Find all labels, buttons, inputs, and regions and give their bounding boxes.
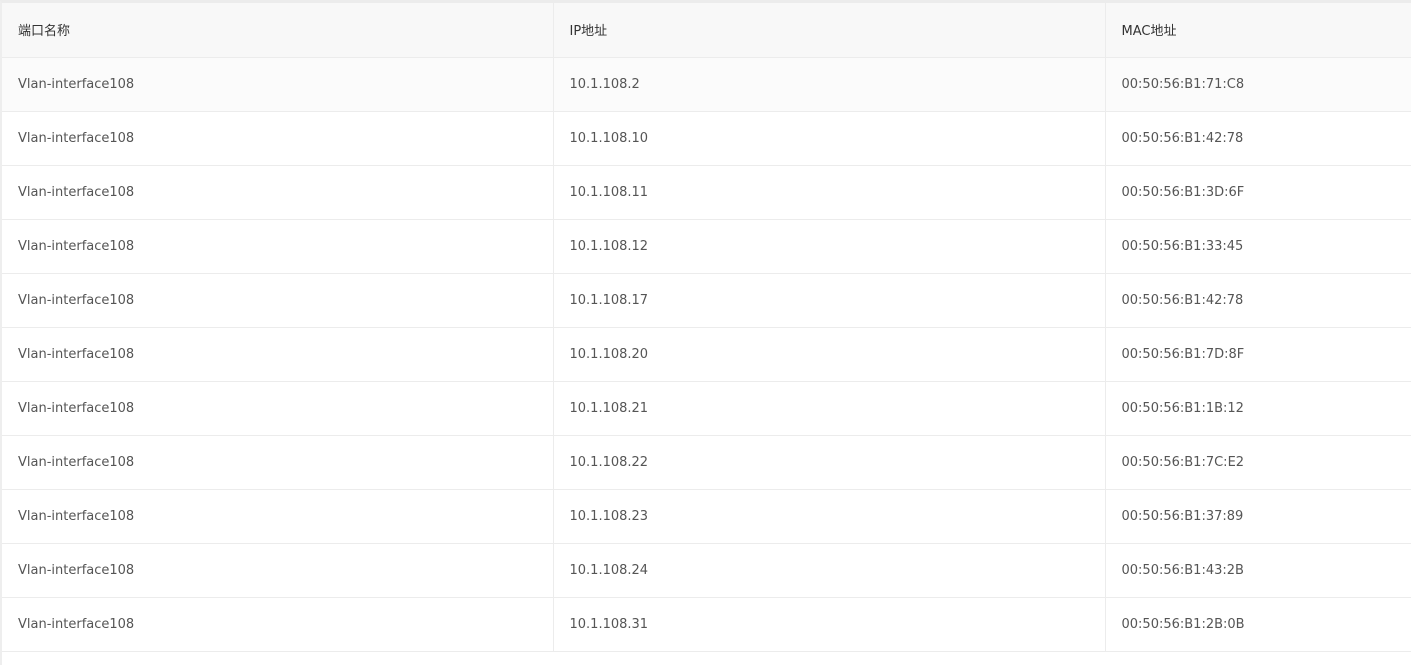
table-row[interactable]: Vlan-interface108 10.1.108.17 00:50:56:B… xyxy=(2,273,1411,328)
cell-ip-address: 10.1.108.2 xyxy=(553,57,1106,112)
column-header-mac-address[interactable]: MAC地址 xyxy=(1105,3,1411,58)
cell-port-name: Vlan-interface108 xyxy=(2,327,554,382)
cell-port-name: Vlan-interface108 xyxy=(2,273,554,328)
cell-mac-address: 00:50:56:B1:7D:8F xyxy=(1105,327,1411,382)
cell-ip-address: 10.1.108.31 xyxy=(553,597,1106,652)
cell-port-name: Vlan-interface108 xyxy=(2,219,554,274)
cell-ip-address: 10.1.108.20 xyxy=(553,327,1106,382)
table-row[interactable]: Vlan-interface108 10.1.108.24 00:50:56:B… xyxy=(2,543,1411,598)
cell-mac-address: 00:50:56:B1:2B:0B xyxy=(1105,597,1411,652)
cell-port-name: Vlan-interface108 xyxy=(2,489,554,544)
table-row[interactable]: Vlan-interface108 10.1.108.22 00:50:56:B… xyxy=(2,435,1411,490)
cell-ip-address: 10.1.108.22 xyxy=(553,435,1106,490)
cell-ip-address: 10.1.108.10 xyxy=(553,111,1106,166)
cell-mac-address: 00:50:56:B1:43:2B xyxy=(1105,543,1411,598)
table-row[interactable]: Vlan-interface108 10.1.108.10 00:50:56:B… xyxy=(2,111,1411,166)
table-row[interactable]: Vlan-interface108 10.1.108.20 00:50:56:B… xyxy=(2,327,1411,382)
table-row[interactable]: Vlan-interface108 10.1.108.31 00:50:56:B… xyxy=(2,597,1411,652)
cell-port-name: Vlan-interface108 xyxy=(2,165,554,220)
table-row[interactable]: Vlan-interface108 10.1.108.23 00:50:56:B… xyxy=(2,489,1411,544)
table-row[interactable]: Vlan-interface108 10.1.108.11 00:50:56:B… xyxy=(2,165,1411,220)
cell-mac-address: 00:50:56:B1:7C:E2 xyxy=(1105,435,1411,490)
cell-port-name: Vlan-interface108 xyxy=(2,543,554,598)
cell-port-name: Vlan-interface108 xyxy=(2,435,554,490)
cell-ip-address: 10.1.108.23 xyxy=(553,489,1106,544)
cell-mac-address: 00:50:56:B1:71:C8 xyxy=(1105,57,1411,112)
cell-port-name: Vlan-interface108 xyxy=(2,57,554,112)
cell-mac-address: 00:50:56:B1:42:78 xyxy=(1105,273,1411,328)
cell-port-name: Vlan-interface108 xyxy=(2,597,554,652)
cell-ip-address: 10.1.108.21 xyxy=(553,381,1106,436)
column-header-ip-address[interactable]: IP地址 xyxy=(553,3,1106,58)
cell-ip-address: 10.1.108.11 xyxy=(553,165,1106,220)
cell-mac-address: 00:50:56:B1:3D:6F xyxy=(1105,165,1411,220)
table-row[interactable]: Vlan-interface108 10.1.108.12 00:50:56:B… xyxy=(2,219,1411,274)
table-header-row: 端口名称 IP地址 MAC地址 xyxy=(2,3,1411,58)
arp-table-container: 端口名称 IP地址 MAC地址 Vlan-interface108 10.1.1… xyxy=(0,0,1411,665)
cell-mac-address: 00:50:56:B1:33:45 xyxy=(1105,219,1411,274)
cell-ip-address: 10.1.108.17 xyxy=(553,273,1106,328)
cell-ip-address: 10.1.108.12 xyxy=(553,219,1106,274)
cell-port-name: Vlan-interface108 xyxy=(2,111,554,166)
arp-table: 端口名称 IP地址 MAC地址 Vlan-interface108 10.1.1… xyxy=(2,3,1411,652)
cell-ip-address: 10.1.108.24 xyxy=(553,543,1106,598)
cell-mac-address: 00:50:56:B1:1B:12 xyxy=(1105,381,1411,436)
table-row[interactable]: Vlan-interface108 10.1.108.2 00:50:56:B1… xyxy=(2,57,1411,112)
cell-mac-address: 00:50:56:B1:37:89 xyxy=(1105,489,1411,544)
cell-mac-address: 00:50:56:B1:42:78 xyxy=(1105,111,1411,166)
table-row[interactable]: Vlan-interface108 10.1.108.21 00:50:56:B… xyxy=(2,381,1411,436)
cell-port-name: Vlan-interface108 xyxy=(2,381,554,436)
column-header-port-name[interactable]: 端口名称 xyxy=(2,3,554,58)
